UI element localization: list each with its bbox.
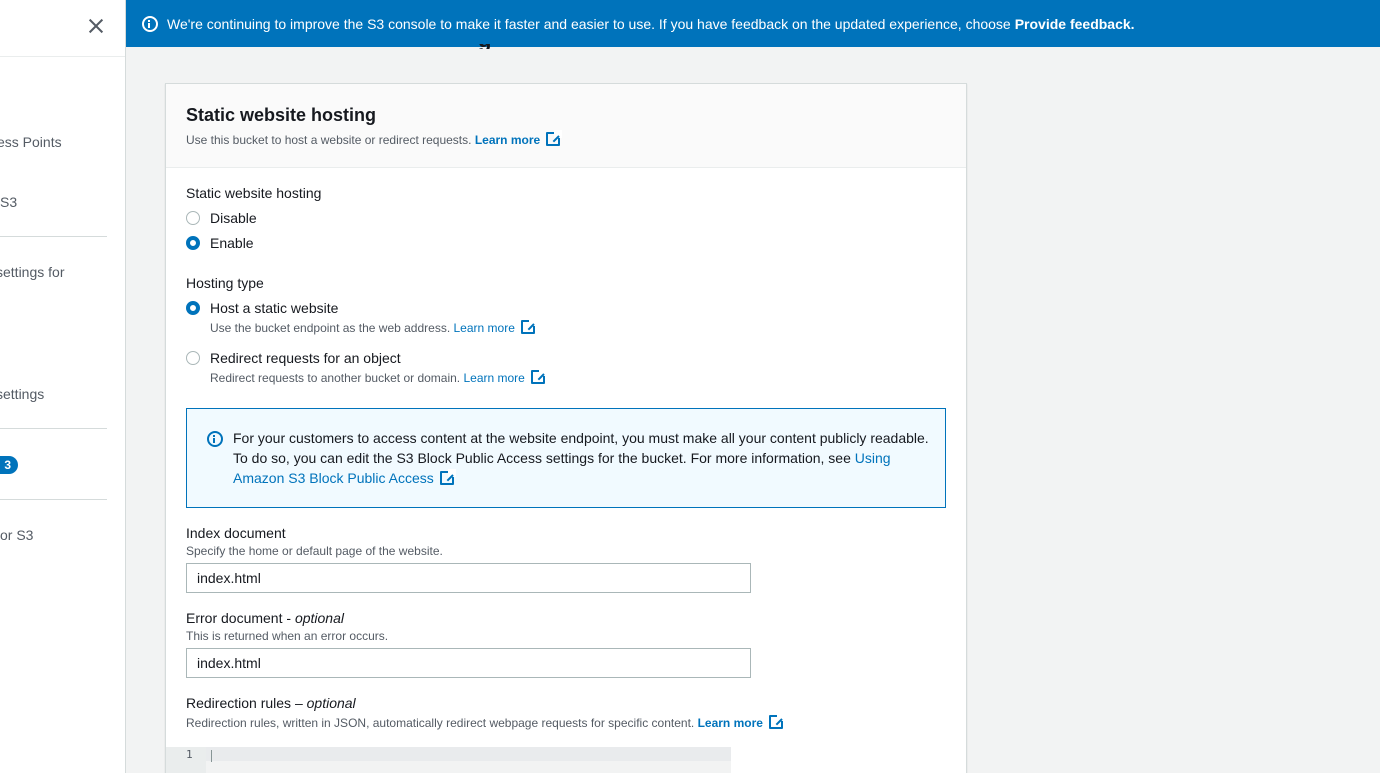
learn-more-link[interactable]: Learn more [698, 716, 763, 730]
index-document-label: Index document [186, 525, 286, 541]
close-icon[interactable] [86, 16, 106, 36]
side-navigation: ess Points S3 settings for settings 3 or… [0, 0, 126, 773]
index-document-description: Specify the home or default page of the … [186, 544, 443, 558]
feedback-banner: We're continuing to improve the S3 conso… [126, 0, 1380, 47]
sidebar-item-for-s3[interactable]: or S3 [0, 526, 33, 544]
sidebar-item-access-points[interactable]: ess Points [0, 133, 62, 151]
error-document-description: This is returned when an error occurs. [186, 629, 389, 643]
sidebar-divider [0, 499, 107, 500]
external-link-icon[interactable] [768, 713, 785, 729]
host-static-website-radio[interactable] [186, 301, 200, 315]
hosting-field-label: Static website hosting [186, 185, 322, 201]
learn-more-link[interactable]: Learn more [463, 371, 524, 385]
info-icon [142, 15, 158, 32]
text-cursor [211, 750, 212, 762]
option-description-text: Redirect requests to another bucket or d… [210, 371, 461, 385]
redirection-rules-code-editor[interactable]: 1 [166, 747, 731, 773]
external-link-icon[interactable] [530, 368, 547, 384]
hosting-type-label: Hosting type [186, 275, 264, 291]
external-link-icon[interactable] [520, 318, 537, 334]
notification-badge: 3 [0, 456, 18, 474]
error-document-input[interactable]: index.html [186, 648, 751, 678]
sidebar-header-divider [0, 56, 125, 57]
line-number: 1 [166, 747, 206, 773]
index-document-input[interactable]: index.html [186, 563, 751, 593]
info-icon [207, 431, 223, 447]
disable-radio[interactable] [186, 211, 200, 225]
error-document-label: Error document - optional [186, 610, 344, 626]
redirection-rules-description: Redirection rules, written in JSON, auto… [186, 713, 785, 730]
learn-more-link[interactable]: Learn more [475, 133, 540, 147]
host-static-website-description: Use the bucket endpoint as the web addre… [210, 318, 537, 335]
sidebar-item-s3[interactable]: S3 [0, 193, 17, 211]
redirection-rules-description-text: Redirection rules, written in JSON, auto… [186, 716, 695, 730]
banner-message: We're continuing to improve the S3 conso… [167, 15, 1011, 32]
sidebar-item-settings-for[interactable]: settings for [0, 263, 64, 281]
panel-title: Static website hosting [186, 105, 377, 125]
redirection-rules-label-text: Redirection rules – [186, 695, 307, 711]
redirection-rules-label: Redirection rules – optional [186, 695, 356, 711]
panel-description: Use this bucket to host a website or red… [186, 130, 946, 147]
provide-feedback-link[interactable]: Provide feedback. [1015, 16, 1135, 32]
public-access-info-alert: For your customers to access content at … [186, 408, 946, 508]
active-line [206, 747, 731, 761]
disable-label[interactable]: Disable [210, 210, 257, 226]
redirect-requests-label[interactable]: Redirect requests for an object [210, 350, 401, 366]
external-link-icon[interactable] [546, 130, 563, 146]
enable-radio[interactable] [186, 236, 200, 250]
learn-more-link[interactable]: Learn more [454, 321, 515, 335]
redirect-requests-description: Redirect requests to another bucket or d… [210, 368, 547, 385]
panel-description-text: Use this bucket to host a website or red… [186, 133, 472, 147]
enable-label[interactable]: Enable [210, 235, 254, 251]
alert-message: For your customers to access content at … [233, 428, 933, 488]
alert-text: For your customers to access content at … [233, 430, 929, 466]
host-static-website-label[interactable]: Host a static website [210, 300, 338, 316]
optional-tag: optional [294, 610, 344, 626]
sidebar-item-settings[interactable]: settings [0, 385, 44, 403]
redirect-requests-radio[interactable] [186, 351, 200, 365]
sidebar-divider [0, 236, 107, 237]
external-link-icon[interactable] [439, 469, 456, 485]
option-description-text: Use the bucket endpoint as the web addre… [210, 321, 451, 335]
panel-header: Static website hosting Use this bucket t… [166, 84, 966, 168]
optional-tag: optional [306, 695, 356, 711]
page-title-fragment: g [478, 44, 500, 49]
sidebar-divider [0, 428, 107, 429]
error-document-label-text: Error document - [186, 610, 295, 626]
